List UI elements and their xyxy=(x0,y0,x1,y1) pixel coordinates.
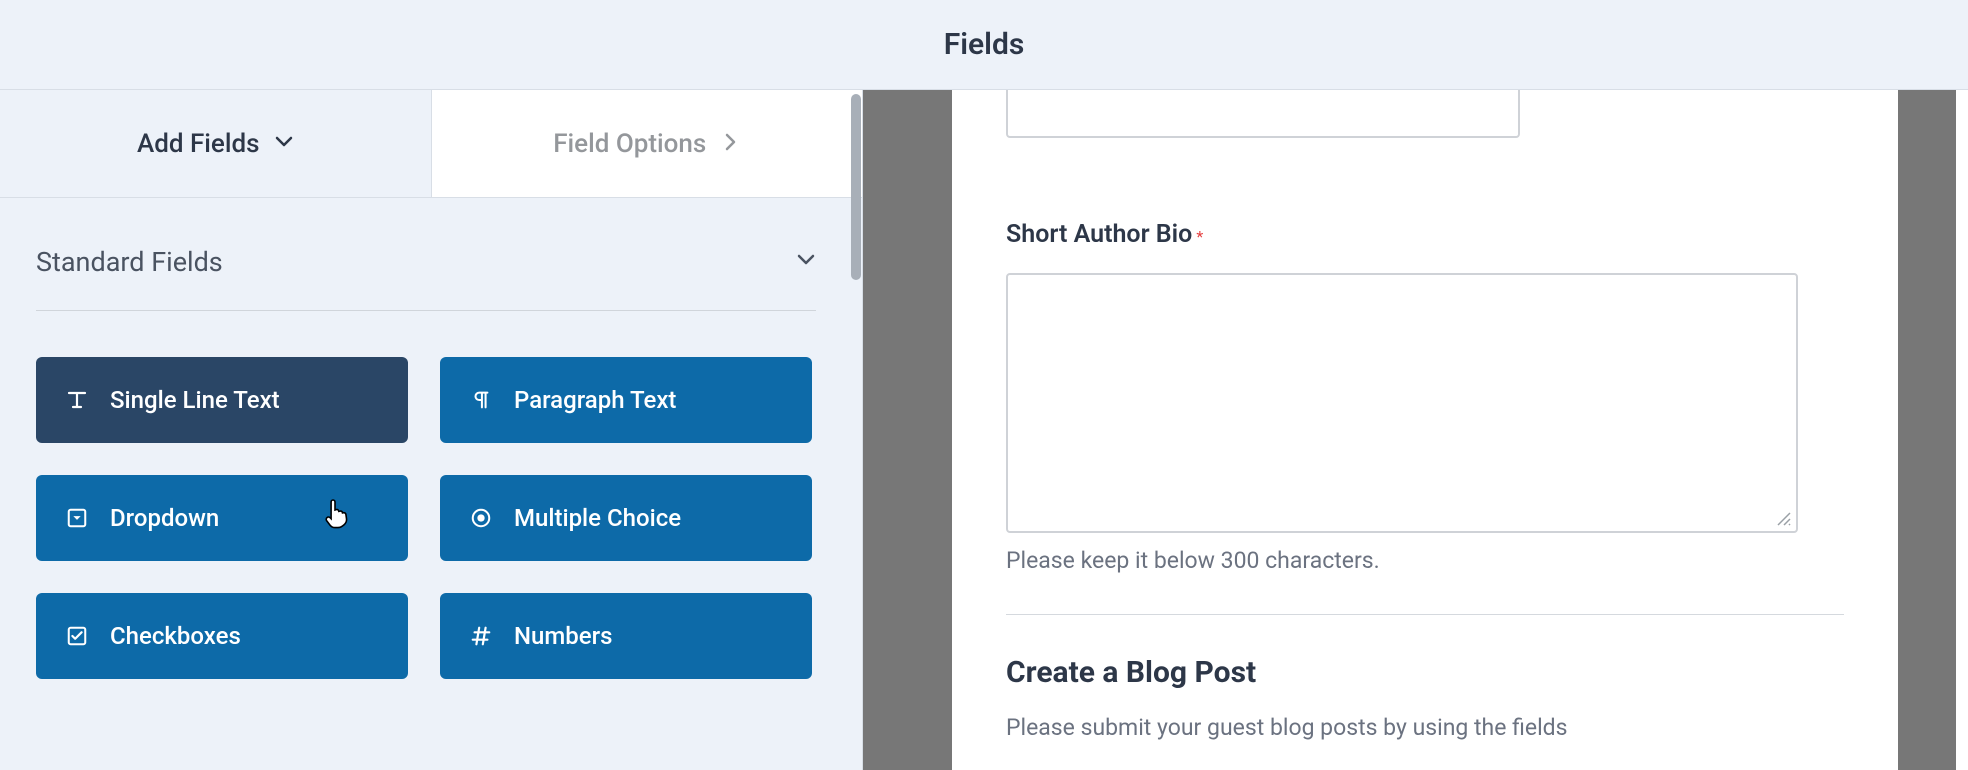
hash-icon xyxy=(468,623,494,649)
left-panel: Add Fields Field Options Standard Fields xyxy=(0,90,863,770)
tab-field-options[interactable]: Field Options xyxy=(431,90,863,197)
card-label: Paragraph Text xyxy=(514,386,676,414)
standard-fields-section: Standard Fields Single Line Text Para xyxy=(0,198,862,679)
field-card-single-line-text[interactable]: Single Line Text xyxy=(36,357,408,443)
main-layout: Add Fields Field Options Standard Fields xyxy=(0,90,1968,770)
field-label: Short Author Bio xyxy=(1006,220,1192,249)
field-card-multiple-choice[interactable]: Multiple Choice xyxy=(440,475,812,561)
field-card-checkboxes[interactable]: Checkboxes xyxy=(36,593,408,679)
required-asterisk: * xyxy=(1196,227,1203,246)
tab-label: Add Fields xyxy=(137,129,260,159)
chevron-right-icon xyxy=(720,129,740,159)
field-card-paragraph-text[interactable]: Paragraph Text xyxy=(440,357,812,443)
divider xyxy=(1006,614,1844,615)
chevron-down-icon xyxy=(274,129,294,159)
preview-pane: Short Author Bio* Please keep it below 3… xyxy=(863,90,1968,770)
checkbox-icon xyxy=(64,623,90,649)
preview-edge xyxy=(1956,90,1968,770)
chevron-down-icon xyxy=(796,250,816,274)
card-label: Dropdown xyxy=(110,504,219,532)
tab-label: Field Options xyxy=(553,129,706,159)
card-label: Numbers xyxy=(514,622,612,650)
field-cards-grid: Single Line Text Paragraph Text Dropdown xyxy=(36,357,816,679)
scrollbar[interactable] xyxy=(849,90,863,770)
card-label: Single Line Text xyxy=(110,386,280,414)
scrollbar-thumb[interactable] xyxy=(851,94,861,280)
page-title: Fields xyxy=(944,27,1025,62)
tabs: Add Fields Field Options xyxy=(0,90,862,198)
cursor-pointer-icon xyxy=(324,498,352,530)
radio-icon xyxy=(468,505,494,531)
page-header: Fields xyxy=(0,0,1968,90)
textarea-input[interactable] xyxy=(1006,273,1798,533)
text-cursor-icon xyxy=(64,387,90,413)
form-preview: Short Author Bio* Please keep it below 3… xyxy=(952,90,1898,770)
resize-handle-icon[interactable] xyxy=(1776,511,1792,527)
card-label: Multiple Choice xyxy=(514,504,681,532)
tab-add-fields[interactable]: Add Fields xyxy=(0,90,431,197)
card-label: Checkboxes xyxy=(110,622,241,650)
text-input[interactable] xyxy=(1006,90,1520,138)
section-title: Standard Fields xyxy=(36,246,223,278)
section-heading: Create a Blog Post xyxy=(1006,655,1844,690)
field-helper-text: Please keep it below 300 characters. xyxy=(1006,547,1844,574)
field-card-dropdown[interactable]: Dropdown xyxy=(36,475,408,561)
field-label-row: Short Author Bio* xyxy=(1006,220,1844,249)
field-short-author-bio: Short Author Bio* Please keep it below 3… xyxy=(1006,220,1844,574)
paragraph-icon xyxy=(468,387,494,413)
section-description: Please submit your guest blog posts by u… xyxy=(1006,714,1844,741)
field-card-numbers[interactable]: Numbers xyxy=(440,593,812,679)
dropdown-icon xyxy=(64,505,90,531)
section-header[interactable]: Standard Fields xyxy=(36,246,816,311)
